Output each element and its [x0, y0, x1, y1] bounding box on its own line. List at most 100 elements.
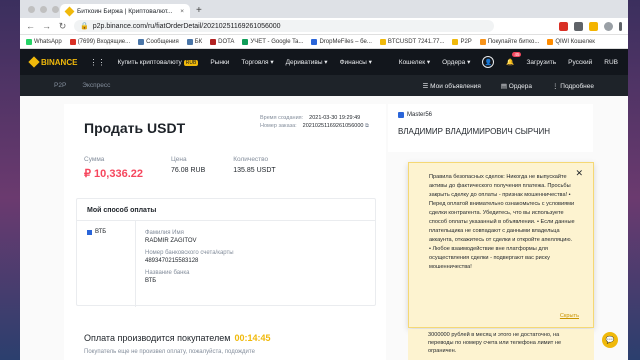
bookmark-item[interactable]: DOTA	[210, 38, 234, 45]
bookmark-item[interactable]: P2P	[452, 38, 472, 45]
bookmark-favicon-icon	[242, 38, 249, 45]
account-number: 4893470215583128	[145, 258, 199, 264]
p2p-subnav: P2P Экспресс ☰ Мои объявления ▤ Ордера ⋮…	[20, 75, 628, 96]
chat-icon[interactable]: 💬	[602, 332, 618, 348]
payment-note: Покупатель еще не произвел оплату, пожал…	[84, 349, 255, 355]
close-icon[interactable]: ✕	[575, 169, 583, 178]
bookmark-item[interactable]: УЧЕТ - Google Ta...	[242, 38, 303, 45]
bank-marker-icon	[87, 229, 92, 235]
nav-download[interactable]: Загрузить	[526, 59, 556, 66]
bookmark-item[interactable]: Покупайте битко...	[479, 38, 539, 45]
extensions	[559, 21, 622, 31]
apps-grid-icon[interactable]: ⋮⋮	[89, 58, 105, 67]
bank-tab[interactable]: ВТБ	[87, 229, 106, 235]
bookmark-item[interactable]: (7699) Входящие...	[69, 38, 130, 45]
bookmark-favicon-icon	[379, 38, 386, 45]
nav-currency[interactable]: RUB	[604, 59, 618, 66]
bookmark-favicon-icon	[311, 38, 318, 45]
url-text: p2p.binance.com/ru/fiatOrderDetail/20210…	[92, 22, 281, 30]
back-icon[interactable]: ←	[26, 21, 35, 31]
reload-icon[interactable]: ↻	[58, 21, 67, 32]
order-card: Продать USDT Время создания: 2021-03-30 1…	[64, 104, 386, 360]
tab-p2p[interactable]: P2P	[54, 82, 66, 89]
order-page: Продать USDT Время создания: 2021-03-30 1…	[20, 96, 628, 360]
forward-icon[interactable]: →	[42, 21, 51, 31]
bell-icon[interactable]: 🔔 45	[506, 52, 522, 66]
user-avatar-icon[interactable]: 👤	[482, 56, 495, 68]
binance-logo[interactable]: BINANCE	[28, 56, 77, 68]
nav-derivatives[interactable]: Деривативы ▾	[286, 58, 328, 66]
binance-favicon-icon	[64, 6, 75, 16]
copy-icon[interactable]: ⧉	[365, 123, 369, 129]
limit-note: 3000000 рублей в месяц и этого не достат…	[408, 329, 594, 360]
bookmark-item[interactable]: WhatsApp	[26, 38, 62, 45]
orders-link[interactable]: ▤ Ордера	[501, 82, 532, 90]
order-meta: Время создания: 2021-03-30 19:29:49 Номер…	[260, 115, 369, 129]
notification-count: 45	[512, 52, 522, 57]
payment-status: Оплата производится покупателем 00:14:45	[84, 333, 271, 343]
order-sum: ₽ 10,336.22	[84, 168, 143, 180]
created-time: 2021-03-30 19:29:49	[309, 115, 361, 121]
order-summary: Сумма ₽ 10,336.22 Цена 76.08 RUB Количеств…	[84, 156, 276, 180]
bookmark-favicon-icon	[452, 38, 459, 45]
bookmark-favicon-icon	[479, 38, 486, 45]
bank-name: ВТБ	[145, 278, 157, 284]
bookmark-item[interactable]: БК	[186, 38, 202, 45]
payment-details: Фамилия Имя RADMIR ZAGITOV Номер банковс…	[145, 230, 234, 284]
nav-wallet[interactable]: Кошелек ▾	[399, 58, 430, 66]
binance-header: BINANCE ⋮⋮ Купить криптовалюту RUB Рынки …	[20, 49, 628, 75]
payment-method-title: Мой способ оплаты	[77, 199, 375, 221]
bookmark-favicon-icon	[138, 38, 145, 45]
counterparty-name: ВЛАДИМИР ВЛАДИМИРОВИЧ СЫРЧИН	[398, 127, 550, 136]
bookmark-item[interactable]: DropMeFiles – бе...	[311, 38, 372, 45]
profile-icon[interactable]	[604, 21, 613, 31]
order-price: 76.08 RUB	[171, 167, 206, 174]
safety-tips-popup: ✕ Правила безопасных сделок: Никогда не …	[408, 162, 594, 328]
bookmark-favicon-icon	[186, 38, 193, 45]
more-link[interactable]: ⋮ Подробнее	[552, 82, 594, 90]
extension-icon[interactable]	[589, 21, 598, 31]
my-ads-link[interactable]: ☰ Мои объявления	[423, 82, 481, 90]
new-tab-button[interactable]: +	[196, 4, 202, 18]
bookmark-favicon-icon	[547, 38, 554, 45]
user-badge-icon	[398, 112, 404, 118]
close-tab-icon[interactable]: ×	[180, 8, 184, 15]
url-input[interactable]: 🔒 p2p.binance.com/ru/fiatOrderDetail/202…	[74, 20, 494, 32]
nav-trade[interactable]: Торговля ▾	[241, 58, 273, 66]
bookmark-favicon-icon	[210, 38, 217, 45]
countdown-timer: 00:14:45	[234, 333, 271, 343]
order-number: 20210251169261056000	[302, 123, 364, 129]
order-quantity: 135.85 USDT	[233, 167, 276, 174]
counterparty-nick[interactable]: Master56	[398, 112, 583, 118]
bookmark-favicon-icon	[26, 38, 32, 45]
currency-badge: RUB	[183, 59, 199, 66]
menu-icon[interactable]	[619, 21, 622, 31]
binance-logo-icon	[28, 56, 40, 68]
nav-language[interactable]: Русский	[568, 59, 592, 66]
payment-method-box: Мой способ оплаты ВТБ Фамилия Имя RADMIR…	[76, 198, 376, 307]
bookmark-item[interactable]: Сообщения	[138, 38, 179, 45]
address-bar: ← → ↻ 🔒 p2p.binance.com/ru/fiatOrderDeta…	[20, 18, 628, 35]
bookmark-favicon-icon	[69, 38, 76, 45]
nav-markets[interactable]: Рынки	[210, 59, 229, 66]
extension-icon[interactable]	[559, 21, 568, 31]
nav-buy-crypto[interactable]: Купить криптовалюту RUB	[117, 59, 199, 66]
counterparty-card: Master56 ВЛАДИМИР ВЛАДИМИРОВИЧ СЫРЧИН	[388, 104, 593, 152]
bookmark-item[interactable]: BTCUSDT 7241.77...	[379, 38, 444, 45]
browser-window: Биткоин Биржа | Криптовалют... × + ← → ↻…	[20, 0, 628, 360]
payee-name: RADMIR ZAGITOV	[145, 238, 197, 244]
browser-tab[interactable]: Биткоин Биржа | Криптовалют... ×	[60, 4, 190, 18]
tab-express[interactable]: Экспресс	[82, 82, 110, 89]
hide-tips-link[interactable]: Скрыть	[560, 312, 579, 321]
tab-bar: Биткоин Биржа | Криптовалют... × +	[20, 0, 628, 18]
page-title: Продать USDT	[84, 120, 186, 136]
lock-icon: 🔒	[80, 23, 89, 30]
window-controls[interactable]	[28, 6, 59, 13]
extension-icon[interactable]	[574, 21, 583, 31]
bookmarks-bar: WhatsApp (7699) Входящие... Сообщения БК DOT…	[20, 35, 628, 49]
safety-tips-text: Правила безопасных сделок: Никогда не вы…	[429, 174, 575, 270]
nav-orders[interactable]: Ордера ▾	[442, 58, 470, 66]
bookmark-item[interactable]: QIWI Кошелек	[547, 38, 595, 45]
nav-finance[interactable]: Финансы ▾	[340, 58, 372, 66]
tab-title: Биткоин Биржа | Криптовалют...	[77, 7, 173, 15]
